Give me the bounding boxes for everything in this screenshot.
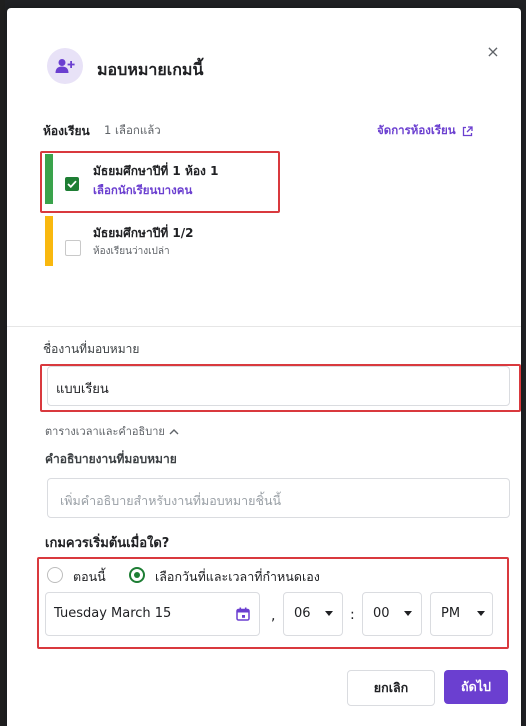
add-person-icon — [47, 48, 83, 84]
radio-custom-label[interactable]: เลือกวันที่และเวลาที่กำหนดเอง — [155, 567, 320, 587]
date-time-separator: , — [271, 608, 276, 624]
schedule-toggle-label: ตารางเวลาและคำอธิบาย — [45, 425, 165, 438]
class-item-m1-2[interactable]: มัธยมศึกษาปีที่ 1/2 ห้องเรียนว่างเปล่า — [45, 216, 273, 266]
external-link-icon — [462, 125, 473, 136]
dropdown-caret-icon — [404, 611, 412, 616]
assignment-name-input[interactable]: แบบเรียน — [47, 366, 510, 406]
chevron-up-icon — [169, 428, 179, 434]
next-button[interactable]: ถัดไป — [444, 670, 508, 704]
class-name: มัธยมศึกษาปีที่ 1/2 — [93, 226, 194, 240]
radio-now[interactable] — [47, 567, 63, 583]
minute-value: 00 — [373, 606, 390, 621]
class-checkbox-checked[interactable] — [65, 177, 79, 191]
class-empty-note: ห้องเรียนว่างเปล่า — [93, 246, 170, 257]
assign-game-dialog: มอบหมายเกมนี้ × ห้องเรียน 1 เลือกแล้ว จั… — [7, 8, 521, 726]
radio-custom-datetime[interactable] — [129, 567, 145, 583]
close-icon[interactable]: × — [483, 42, 503, 62]
minute-select[interactable]: 00 — [362, 592, 422, 636]
manage-classes-label: จัดการห้องเรียน — [377, 123, 456, 137]
class-item-m1-1[interactable]: มัธยมศึกษาปีที่ 1 ห้อง 1 เลือกนักเรียนบา… — [45, 154, 273, 204]
class-color-stripe — [45, 216, 53, 266]
class-checkbox-unchecked[interactable] — [65, 240, 81, 256]
description-label: คำอธิบายงานที่มอบหมาย — [45, 452, 177, 466]
hour-select[interactable]: 06 — [283, 592, 343, 636]
description-input[interactable]: เพิ่มคำอธิบายสำหรับงานที่มอบหมายชิ้นนี้ — [47, 478, 510, 518]
assignment-name-value: แบบเรียน — [56, 382, 109, 397]
ampm-value: PM — [441, 606, 461, 621]
hour-value: 06 — [294, 606, 311, 621]
date-value: Tuesday March 15 — [54, 606, 172, 621]
radio-now-label[interactable]: ตอนนี้ — [73, 567, 106, 587]
select-some-students-link[interactable]: เลือกนักเรียนบางคน — [93, 182, 192, 200]
dropdown-caret-icon — [477, 611, 485, 616]
assignment-name-label: ชื่องานที่มอบหมาย — [43, 342, 140, 356]
ampm-select[interactable]: PM — [430, 592, 493, 636]
class-color-stripe — [45, 154, 53, 204]
calendar-icon — [236, 607, 250, 621]
classes-label: ห้องเรียน — [43, 124, 90, 138]
section-divider — [7, 326, 521, 327]
dropdown-caret-icon — [325, 611, 333, 616]
schedule-toggle[interactable]: ตารางเวลาและคำอธิบาย — [45, 422, 179, 440]
cancel-button[interactable]: ยกเลิก — [347, 670, 435, 706]
selected-count: 1 เลือกแล้ว — [104, 123, 161, 137]
date-picker[interactable]: Tuesday March 15 — [45, 592, 260, 636]
start-question: เกมควรเริ่มต้นเมื่อใด? — [45, 536, 170, 551]
checkmark-icon — [67, 180, 77, 188]
class-name: มัธยมศึกษาปีที่ 1 ห้อง 1 — [93, 164, 219, 178]
description-placeholder: เพิ่มคำอธิบายสำหรับงานที่มอบหมายชิ้นนี้ — [60, 493, 282, 508]
dialog-title: มอบหมายเกมนี้ — [97, 60, 204, 79]
background-edge — [0, 0, 5, 726]
time-colon: : — [350, 607, 355, 623]
manage-classes-link[interactable]: จัดการห้องเรียน — [377, 122, 473, 140]
